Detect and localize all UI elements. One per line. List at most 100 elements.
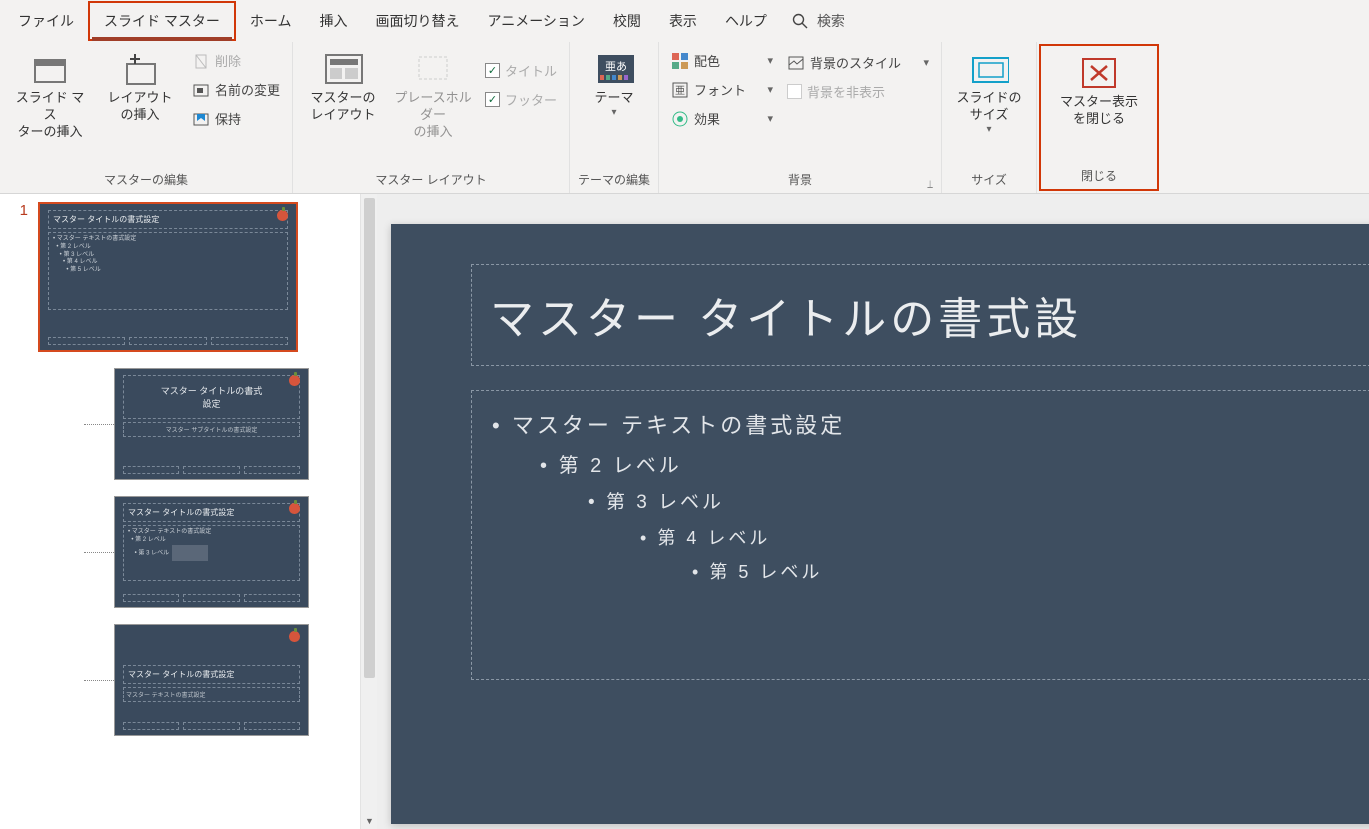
colors-button[interactable]: 配色 ▾ <box>667 46 777 75</box>
colors-label: 配色 <box>694 51 720 70</box>
hide-background-label: 背景を非表示 <box>807 82 885 101</box>
themes-icon: 亜あ <box>594 50 634 88</box>
svg-text:亜: 亜 <box>675 86 685 97</box>
layout-thumbnail-1[interactable]: マスター タイトルの書式設定 マスター サブタイトルの書式設定 <box>4 368 356 480</box>
slide-size-button[interactable]: スライドのサイズ ▾ <box>950 46 1028 139</box>
insert-placeholder-button: プレースホルダーの挿入 <box>391 46 475 145</box>
footer-checkbox: ✓ <box>485 92 500 107</box>
insert-layout-button[interactable]: レイアウトの挿入 <box>98 46 182 128</box>
slide-number-label: 1 <box>4 202 38 219</box>
group-close-label: 閉じる <box>1049 163 1149 187</box>
thumb-layout2-title: マスター タイトルの書式設定 <box>128 507 234 518</box>
insert-slide-master-button[interactable]: スライド マスターの挿入 <box>8 46 92 145</box>
layout-thumbnail-3[interactable]: マスター タイトルの書式設定 マスター テキストの書式設定 <box>4 624 356 736</box>
rename-button[interactable]: 名前の変更 <box>188 75 284 104</box>
apple-icon <box>277 210 288 221</box>
close-master-view-label: マスター表示を閉じる <box>1060 94 1138 128</box>
tab-review[interactable]: 校閲 <box>599 3 655 39</box>
group-size-label: サイズ <box>950 167 1028 191</box>
slide-canvas[interactable]: マスター タイトルの書式設 マスター テキストの書式設定 第 2 レベル 第 3… <box>391 224 1369 824</box>
thumb-layout3-title: マスター タイトルの書式設定 <box>128 669 234 680</box>
slide-editor[interactable]: マスター タイトルの書式設 マスター テキストの書式設定 第 2 レベル 第 3… <box>377 194 1369 829</box>
background-dialog-launcher[interactable]: ⟘ <box>927 178 937 191</box>
background-styles-button[interactable]: 背景のスタイル ▾ <box>783 48 933 77</box>
tab-home[interactable]: ホーム <box>236 3 306 39</box>
title-checkbox-row: ✓ タイトル <box>481 56 561 85</box>
insert-slide-master-icon <box>30 50 70 88</box>
preserve-button[interactable]: 保持 <box>188 104 284 133</box>
apple-icon <box>289 375 300 386</box>
slide-size-label: スライドのサイズ <box>957 90 1022 124</box>
master-slide-thumbnail[interactable]: 1 マスター タイトルの書式設定 • マスター テキストの書式設定 • 第 2 … <box>4 202 356 352</box>
title-checkbox: ✓ <box>485 63 500 78</box>
group-background-label: 背景 <box>667 167 933 191</box>
slide-master-panel[interactable]: 1 マスター タイトルの書式設定 • マスター テキストの書式設定 • 第 2 … <box>0 194 360 829</box>
main-area: 1 マスター タイトルの書式設定 • マスター テキストの書式設定 • 第 2 … <box>0 194 1369 829</box>
layout-thumbnail-2[interactable]: マスター タイトルの書式設定 • マスター テキストの書式設定 • 第 2 レベ… <box>4 496 356 608</box>
hide-background-row: 背景を非表示 <box>783 77 933 106</box>
body-placeholder[interactable]: マスター テキストの書式設定 第 2 レベル 第 3 レベル 第 4 レベル 第… <box>471 390 1369 680</box>
group-close: マスター表示を閉じる 閉じる <box>1039 44 1159 191</box>
master-layout-button[interactable]: マスターのレイアウト <box>301 46 385 128</box>
delete-label: 削除 <box>215 51 241 70</box>
tab-help[interactable]: ヘルプ <box>711 3 781 39</box>
title-checkbox-label: タイトル <box>505 61 557 80</box>
body-level-5: 第 5 レベル <box>709 562 822 582</box>
group-background: 配色 ▾ 亜 フォント ▾ 効果 ▾ 背景のスタイル ▾ <box>659 42 942 193</box>
master-layout-label: マスターのレイアウト <box>311 90 376 124</box>
scroll-down-arrow[interactable]: ▼ <box>361 812 378 829</box>
preserve-label: 保持 <box>215 109 241 128</box>
master-layout-icon <box>323 50 363 88</box>
apple-icon <box>289 631 300 642</box>
tab-slide-master[interactable]: スライド マスター <box>88 1 236 41</box>
insert-layout-icon <box>120 50 160 88</box>
delete-button: 削除 <box>188 46 284 75</box>
ribbon: スライド マスターの挿入 レイアウトの挿入 削除 名前の変更 <box>0 42 1369 194</box>
thumb-title-text: マスター タイトルの書式設定 <box>53 214 159 225</box>
ribbon-tabs: ファイル スライド マスター ホーム 挿入 画面切り替え アニメーション 校閲 … <box>0 0 1369 42</box>
body-level-1: マスター テキストの書式設定 <box>512 413 845 438</box>
group-theme-edit: 亜あ テーマ ▾ テーマの編集 <box>570 42 659 193</box>
insert-placeholder-label: プレースホルダーの挿入 <box>393 90 473 141</box>
title-placeholder[interactable]: マスター タイトルの書式設 <box>471 264 1369 366</box>
thumb-layout1-title: マスター タイトルの書式設定 <box>161 384 263 410</box>
effects-button[interactable]: 効果 ▾ <box>667 104 777 133</box>
fonts-button[interactable]: 亜 フォント ▾ <box>667 75 777 104</box>
effects-label: 効果 <box>694 109 720 128</box>
thumb-layout1-subtitle: マスター サブタイトルの書式設定 <box>123 422 300 437</box>
sidebar-scrollbar[interactable]: ▲ ▼ <box>360 194 377 829</box>
fonts-label: フォント <box>694 80 746 99</box>
footer-checkbox-label: フッター <box>505 90 557 109</box>
tab-file[interactable]: ファイル <box>4 3 88 39</box>
insert-slide-master-label: スライド マスターの挿入 <box>10 90 90 141</box>
close-icon <box>1079 54 1119 92</box>
insert-placeholder-icon <box>413 50 453 88</box>
tab-view[interactable]: 表示 <box>655 3 711 39</box>
search-box[interactable]: 検索 <box>781 5 855 37</box>
close-master-view-button[interactable]: マスター表示を閉じる <box>1049 50 1149 132</box>
footer-checkbox-row: ✓ フッター <box>481 85 561 114</box>
body-level-4: 第 4 レベル <box>657 528 770 548</box>
thumb-layout3-body: マスター テキストの書式設定 <box>123 687 300 702</box>
tab-animations[interactable]: アニメーション <box>473 3 598 39</box>
body-level-2: 第 2 レベル <box>559 455 682 477</box>
apple-icon <box>289 503 300 514</box>
group-master-edit: スライド マスターの挿入 レイアウトの挿入 削除 名前の変更 <box>0 42 293 193</box>
group-size: スライドのサイズ ▾ サイズ <box>942 42 1037 193</box>
slide-size-icon <box>969 50 1009 88</box>
svg-text:亜あ: 亜あ <box>605 60 627 73</box>
scroll-thumb[interactable] <box>364 198 375 678</box>
insert-layout-label: レイアウトの挿入 <box>107 90 172 124</box>
group-master-layout-label: マスター レイアウト <box>301 167 561 191</box>
search-label: 検索 <box>817 11 845 31</box>
themes-label: テーマ <box>595 90 634 107</box>
group-master-edit-label: マスターの編集 <box>8 167 284 191</box>
group-theme-edit-label: テーマの編集 <box>578 167 650 191</box>
rename-label: 名前の変更 <box>215 80 280 99</box>
body-level-3: 第 3 レベル <box>606 492 724 513</box>
background-styles-label: 背景のスタイル <box>810 53 901 72</box>
search-icon <box>791 12 809 30</box>
themes-button[interactable]: 亜あ テーマ ▾ <box>578 46 650 122</box>
tab-transitions[interactable]: 画面切り替え <box>361 3 473 39</box>
tab-insert[interactable]: 挿入 <box>305 3 361 39</box>
